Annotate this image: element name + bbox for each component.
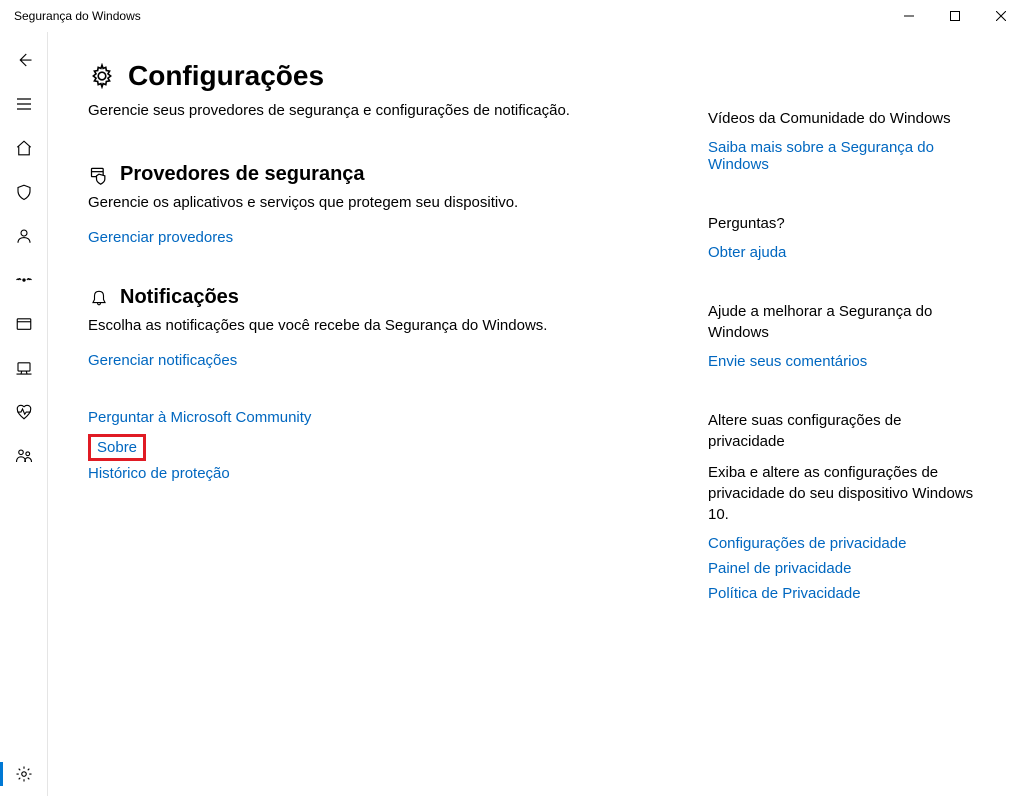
account-icon[interactable]	[0, 214, 48, 258]
about-link[interactable]: Sobre	[97, 439, 137, 456]
feedback-link[interactable]: Envie seus comentários	[708, 353, 978, 370]
feedback-block: Ajude a melhorar a Segurança do Windows …	[708, 301, 978, 370]
page-description: Gerencie seus provedores de segurança e …	[88, 102, 648, 119]
manage-providers-link[interactable]: Gerenciar provedores	[88, 229, 648, 246]
providers-section: Provedores de segurança Gerencie os apli…	[88, 163, 648, 246]
questions-heading: Perguntas?	[708, 213, 978, 234]
family-icon[interactable]	[0, 434, 48, 478]
minimize-button[interactable]	[886, 0, 932, 32]
maximize-button[interactable]	[932, 0, 978, 32]
questions-block: Perguntas? Obter ajuda	[708, 213, 978, 261]
notifications-section: Notificações Escolha as notificações que…	[88, 286, 648, 369]
ask-community-link[interactable]: Perguntar à Microsoft Community	[88, 409, 648, 426]
main-content: Configurações Gerencie seus provedores d…	[48, 32, 1024, 796]
page-title: Configurações	[128, 60, 324, 92]
device-performance-icon[interactable]	[0, 390, 48, 434]
privacy-heading: Altere suas configurações de privacidade	[708, 410, 978, 452]
page-header: Configurações	[88, 60, 648, 92]
bell-icon	[88, 287, 110, 309]
shield-icon[interactable]	[0, 170, 48, 214]
gear-icon	[88, 62, 116, 90]
privacy-dashboard-link[interactable]: Painel de privacidade	[708, 560, 978, 577]
get-help-link[interactable]: Obter ajuda	[708, 244, 978, 261]
videos-block: Vídeos da Comunidade do Windows Saiba ma…	[708, 108, 978, 173]
app-browser-icon[interactable]	[0, 302, 48, 346]
menu-button[interactable]	[0, 82, 48, 126]
home-icon[interactable]	[0, 126, 48, 170]
providers-heading: Provedores de segurança	[120, 163, 365, 186]
footer-links: Perguntar à Microsoft Community Sobre Hi…	[88, 409, 648, 482]
close-button[interactable]	[978, 0, 1024, 32]
feedback-heading: Ajude a melhorar a Segurança do Windows	[708, 301, 978, 343]
device-security-icon[interactable]	[0, 346, 48, 390]
providers-description: Gerencie os aplicativos e serviços que p…	[88, 194, 648, 211]
manage-notifications-link[interactable]: Gerenciar notificações	[88, 352, 648, 369]
firewall-icon[interactable]	[0, 258, 48, 302]
settings-icon[interactable]	[0, 752, 48, 796]
videos-heading: Vídeos da Comunidade do Windows	[708, 108, 978, 129]
privacy-policy-link[interactable]: Política de Privacidade	[708, 585, 978, 602]
notifications-description: Escolha as notificações que você recebe …	[88, 317, 648, 334]
about-highlight: Sobre	[88, 434, 146, 461]
privacy-block: Altere suas configurações de privacidade…	[708, 410, 978, 602]
providers-icon	[88, 164, 110, 186]
aside-column: Vídeos da Comunidade do Windows Saiba ma…	[708, 60, 978, 776]
sidebar	[0, 32, 48, 796]
protection-history-link[interactable]: Histórico de proteção	[88, 465, 648, 482]
window-title: Segurança do Windows	[14, 9, 141, 23]
privacy-body: Exiba e altere as configurações de priva…	[708, 462, 978, 525]
back-button[interactable]	[0, 38, 48, 82]
privacy-settings-link[interactable]: Configurações de privacidade	[708, 535, 978, 552]
videos-link[interactable]: Saiba mais sobre a Segurança do Windows	[708, 139, 978, 173]
notifications-heading: Notificações	[120, 286, 239, 309]
titlebar: Segurança do Windows	[0, 0, 1024, 32]
